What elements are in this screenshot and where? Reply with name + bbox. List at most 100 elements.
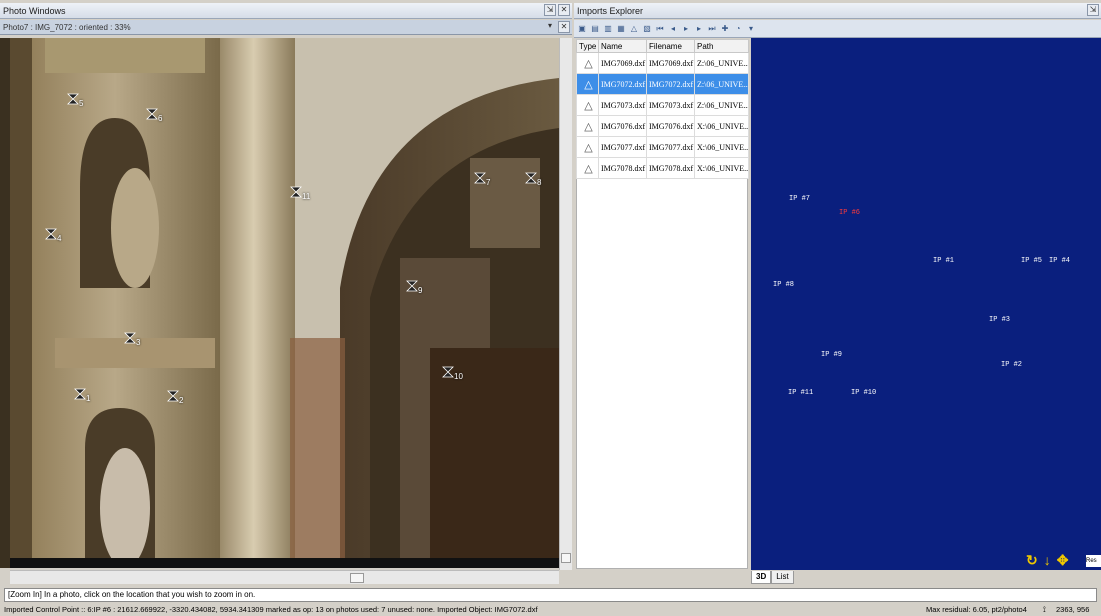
close-photo-icon[interactable]: ✕ [558,21,570,33]
table-row[interactable]: △ IMG7069.dxf IMG7069.dxf Z:\06_UNIVE... [576,52,749,74]
rotate-icon[interactable]: ↻ [1026,553,1038,567]
status-coords-icon: ⟟ [1043,605,1046,614]
list-vscrollbar[interactable] [565,560,573,570]
row-filename: IMG7076.dxf [646,115,695,137]
row-filename: IMG7072.dxf [646,73,695,95]
marker-icon [146,108,158,120]
photo-windows-title-text: Photo Windows [3,6,66,16]
tab-list[interactable]: List [771,571,794,584]
photo-marker[interactable]: 9 [406,280,430,298]
first-icon[interactable]: ⏮ [655,24,665,34]
row-path: Z:\06_UNIVE... [694,94,749,116]
row-name: IMG7073.dxf [598,94,647,116]
photo-vscrollbar[interactable] [559,38,572,570]
imports-table: Type Name Filename Path △ IMG7069.dxf IMG7… [576,39,749,179]
dropdown-icon[interactable]: ▾ [544,21,556,33]
next-icon[interactable]: ▸ [694,24,704,34]
control-point-label[interactable]: IP #6 [839,209,860,217]
play-icon[interactable]: ▸ [681,24,691,34]
control-point-label[interactable]: IP #7 [789,195,810,203]
facade-photo [10,38,559,568]
status-residual: Max residual: 6.05, pt2/photo4 [926,605,1027,614]
control-point-label[interactable]: IP #3 [989,316,1010,324]
row-filename: IMG7077.dxf [646,136,695,158]
type-triangle-icon: △ [576,115,599,137]
tab-3d[interactable]: 3D [751,571,772,584]
triangle-icon[interactable]: △ [629,24,639,34]
photo-marker[interactable]: 6 [146,108,170,126]
photo-viewport[interactable] [10,38,559,568]
export-icon[interactable]: ▥ [603,24,613,34]
marker-icon [167,390,179,402]
type-triangle-icon: △ [576,52,599,74]
marker-icon [74,388,86,400]
marker-label: 4 [57,234,62,243]
control-point-label[interactable]: IP #2 [1001,361,1022,369]
pin-icon[interactable]: ⇲ [544,4,556,16]
table-row[interactable]: △ IMG7073.dxf IMG7073.dxf Z:\06_UNIVE... [576,94,749,116]
down-arrow-icon[interactable]: ↓ [1044,553,1051,567]
col-filename[interactable]: Filename [646,39,695,53]
marker-label: 1 [86,394,91,403]
type-triangle-icon: △ [576,94,599,116]
photo-hscroll-thumb[interactable] [350,573,364,583]
row-filename: IMG7078.dxf [646,157,695,179]
close-icon[interactable]: ✕ [558,4,570,16]
row-path: Z:\06_UNIVE... [694,73,749,95]
options-icon[interactable]: ◔ [733,24,743,34]
last-icon[interactable]: ⏭ [707,24,717,34]
control-point-label[interactable]: IP #4 [1049,257,1070,265]
control-point-label[interactable]: IP #10 [851,389,876,397]
marker-label: 10 [454,372,463,381]
photo-hscrollbar[interactable] [10,570,559,584]
photo-marker[interactable]: 1 [74,388,98,406]
status-text: Imported Control Point :: 6:IP #6 : 2161… [4,605,538,614]
table-row[interactable]: △ IMG7077.dxf IMG7077.dxf X:\06_UNIVE... [576,136,749,158]
pan-icon[interactable]: ✥ [1057,553,1069,567]
command-line[interactable]: [Zoom In] In a photo, click on the locat… [4,588,1097,602]
table-row[interactable]: △ IMG7076.dxf IMG7076.dxf X:\06_UNIVE... [576,115,749,137]
3d-view[interactable]: IP #7 IP #6 IP #1 IP #5 IP #4 IP #8 IP #3 IP #9… [751,38,1101,570]
marker-label: 11 [302,192,311,201]
control-point-label[interactable]: IP #9 [821,351,842,359]
group-icon[interactable]: ▦ [616,24,626,34]
dropdown-icon[interactable]: ▾ [746,24,756,34]
marker-icon [45,228,57,240]
photo-marker[interactable]: 8 [525,172,549,190]
photo-marker[interactable]: 4 [45,228,69,246]
import-icon[interactable]: ▣ [577,24,587,34]
import-multi-icon[interactable]: ▤ [590,24,600,34]
col-path[interactable]: Path [694,39,749,53]
settings-icon[interactable]: ▧ [642,24,652,34]
marker-label: 7 [486,178,491,187]
photo-marker[interactable]: 3 [124,332,148,350]
photo-marker[interactable]: 2 [167,390,191,408]
photo-marker[interactable]: 7 [474,172,498,190]
table-row[interactable]: △ IMG7078.dxf IMG7078.dxf X:\06_UNIVE... [576,157,749,179]
col-type[interactable]: Type [576,39,599,53]
pin-icon[interactable]: ⇲ [1087,4,1099,16]
photo-caption: Photo7 : IMG_7072 : oriented : 33% [3,23,131,32]
photo-marker[interactable]: 10 [442,366,466,384]
type-triangle-icon: △ [576,136,599,158]
control-point-label[interactable]: IP #11 [788,389,813,397]
col-name[interactable]: Name [598,39,647,53]
photo-marker[interactable]: 5 [67,93,91,111]
marker-icon [67,93,79,105]
control-point-label[interactable]: IP #5 [1021,257,1042,265]
res-label: Res [1086,555,1101,567]
control-point-label[interactable]: IP #1 [933,257,954,265]
marker-label: 5 [79,99,84,108]
prev-icon[interactable]: ◂ [668,24,678,34]
add-point-icon[interactable]: ✚ [720,24,730,34]
row-name: IMG7078.dxf [598,157,647,179]
row-name: IMG7076.dxf [598,115,647,137]
table-row[interactable]: △ IMG7072.dxf IMG7072.dxf Z:\06_UNIVE... [576,73,749,95]
marker-label: 8 [537,178,542,187]
marker-icon [406,280,418,292]
control-point-label[interactable]: IP #8 [773,281,794,289]
row-path: X:\06_UNIVE... [694,115,749,137]
row-name: IMG7072.dxf [598,73,647,95]
photo-marker[interactable]: 11 [290,186,314,204]
row-path: X:\06_UNIVE... [694,157,749,179]
